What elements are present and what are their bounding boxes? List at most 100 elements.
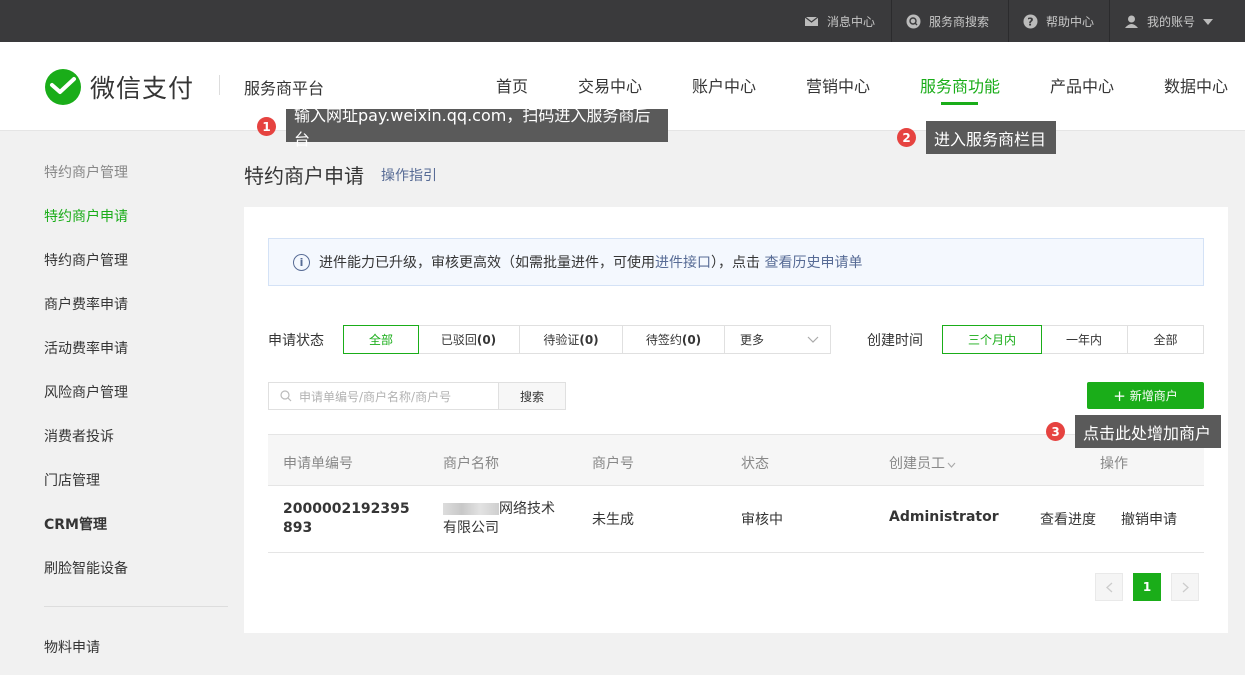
chevron-left-icon: [1105, 582, 1112, 592]
col-application-id: 申请单编号: [283, 456, 353, 472]
search-button[interactable]: 搜索: [498, 382, 566, 410]
status-pending-verify-count: (0): [579, 332, 599, 347]
application-id-line2: 893: [283, 520, 313, 536]
nav-active-indicator: [941, 102, 978, 105]
sidebar-item-crm[interactable]: CRM管理: [44, 514, 107, 534]
time-filter-label: 创建时间: [867, 333, 923, 349]
guide-link[interactable]: 操作指引: [381, 165, 437, 185]
logo-text: 微信支付: [90, 74, 195, 103]
user-icon: [1124, 14, 1139, 29]
time-one-year[interactable]: 一年内: [1041, 326, 1128, 353]
nav-data[interactable]: 数据中心: [1164, 73, 1228, 97]
sidebar-item-materials[interactable]: 物料申请: [44, 637, 100, 657]
time-all[interactable]: 全部: [1128, 326, 1203, 353]
mail-icon: [804, 14, 819, 29]
notice-banner: i 进件能力已升级，审核更高效（如需批量进件，可使用 进件接口 ），点击 查看历…: [268, 238, 1204, 286]
history-link[interactable]: 查看历史申请单: [764, 252, 862, 272]
nav-home[interactable]: 首页: [496, 73, 528, 97]
provider-search-link[interactable]: 服务商搜索: [892, 0, 1003, 42]
search-placeholder: 申请单编号/商户名称/商户号: [299, 389, 452, 404]
table-header: 申请单编号 商户名称 商户号 状态 创建员工 操作: [268, 434, 1204, 486]
prev-page-button[interactable]: [1095, 573, 1123, 601]
col-staff-label: 创建员工: [889, 456, 945, 472]
sidebar-item-complaints[interactable]: 消费者投诉: [44, 426, 114, 446]
col-actions: 操作: [1100, 456, 1128, 472]
sidebar-item-rate-application[interactable]: 商户费率申请: [44, 294, 128, 314]
status-filter-label: 申请状态: [268, 333, 324, 349]
next-page-button[interactable]: [1171, 573, 1199, 601]
merchant-name: 网络技术 有限公司: [443, 500, 555, 538]
redacted-block: [443, 503, 499, 515]
status-pending-verify-label: 待验证: [543, 333, 580, 347]
nav-products[interactable]: 产品中心: [1050, 73, 1114, 97]
notice-text-1: 进件能力已升级，审核更高效（如需批量进件，可使用: [319, 255, 655, 271]
application-id: 2000002192395 893: [283, 500, 410, 538]
sidebar-item-risk-merchants[interactable]: 风险商户管理: [44, 382, 128, 402]
notice-text-2: ），点击: [711, 255, 765, 271]
annotation-badge-3: 3: [1046, 422, 1065, 441]
platform-name: 服务商平台: [244, 79, 325, 98]
nav-provider-functions[interactable]: 服务商功能: [920, 73, 1000, 97]
col-status: 状态: [741, 456, 769, 472]
sort-chevron-icon: [947, 462, 956, 468]
nav-transactions[interactable]: 交易中心: [578, 73, 642, 97]
col-merchant-no: 商户号: [592, 456, 634, 472]
time-three-months[interactable]: 三个月内: [942, 325, 1042, 354]
col-merchant-name: 商户名称: [443, 456, 499, 472]
status-more-label: 更多: [740, 333, 765, 347]
status-more-dropdown[interactable]: 更多: [725, 326, 829, 353]
search-input[interactable]: 申请单编号/商户名称/商户号: [268, 382, 499, 410]
application-id-line1: 2000002192395: [283, 501, 410, 517]
sidebar-section-special-merchants: 特约商户管理: [44, 165, 128, 181]
status-all[interactable]: 全部: [343, 325, 419, 354]
messages-label: 消息中心: [827, 14, 876, 29]
status-pending-sign-count: (0): [681, 332, 702, 347]
table-row: 2000002192395 893 网络技术 有限公司 未生成 审核中 Admini…: [268, 486, 1204, 553]
status-filter-group: 全部 已驳回 (0) 待验证 (0) 待签约 (0) 更多: [343, 325, 831, 354]
annotation-badge-1: 1: [257, 117, 276, 136]
sidebar-item-face-devices[interactable]: 刷脸智能设备: [44, 558, 128, 578]
status-text: 审核中: [741, 512, 783, 528]
wechat-pay-icon: [45, 69, 81, 105]
nav-account[interactable]: 账户中心: [692, 73, 756, 97]
add-merchant-button[interactable]: + 新增商户: [1087, 382, 1204, 409]
help-label: 帮助中心: [1046, 14, 1095, 29]
col-staff[interactable]: 创建员工: [889, 453, 956, 473]
help-link[interactable]: ? 帮助中心: [1009, 0, 1108, 42]
info-icon: i: [293, 253, 310, 271]
provider-search-label: 服务商搜索: [929, 14, 990, 29]
search-icon: [280, 390, 292, 402]
status-pending-sign-label: 待签约: [645, 333, 682, 347]
merchant-name-line1: 网络技术: [499, 501, 555, 517]
status-rejected-label: 已驳回: [440, 333, 477, 347]
add-merchant-label: 新增商户: [1129, 389, 1178, 403]
status-pending-sign[interactable]: 待签约 (0): [623, 326, 725, 353]
view-progress-link[interactable]: 查看进度: [1040, 509, 1096, 529]
sidebar-item-stores[interactable]: 门店管理: [44, 470, 100, 490]
status-rejected-count: (0): [476, 332, 497, 347]
sidebar-item-merchant-application[interactable]: 特约商户申请: [44, 206, 128, 226]
account-menu[interactable]: 我的账号: [1110, 0, 1227, 42]
sidebar-item-merchant-management[interactable]: 特约商户管理: [44, 250, 128, 270]
sidebar-item-activity-rate[interactable]: 活动费率申请: [44, 338, 128, 358]
status-rejected[interactable]: 已驳回 (0): [418, 326, 520, 353]
messages-link[interactable]: 消息中心: [790, 0, 889, 42]
top-bar: 消息中心 服务商搜索 ? 帮助中心 我的账号: [0, 0, 1245, 42]
account-label: 我的账号: [1147, 14, 1196, 29]
staff-name: Administrator: [889, 509, 999, 525]
wechat-pay-logo[interactable]: 微信支付: [44, 68, 194, 106]
page-1-button[interactable]: 1: [1133, 573, 1161, 601]
status-pending-verify[interactable]: 待验证 (0): [520, 326, 623, 353]
status-all-label: 全部: [368, 333, 393, 347]
annotation-callout-3: 点击此处增加商户: [1075, 415, 1221, 448]
page-title: 特约商户申请: [244, 164, 364, 188]
annotation-callout-1: 输入网址pay.weixin.qq.com，扫码进入服务商后台: [286, 106, 668, 149]
api-link[interactable]: 进件接口: [655, 252, 711, 272]
cancel-application-link[interactable]: 撤销申请: [1121, 509, 1177, 529]
svg-text:?: ?: [1027, 15, 1033, 28]
sidebar-divider: [44, 606, 228, 607]
nav-marketing[interactable]: 营销中心: [806, 73, 870, 97]
merchant-name-line2: 有限公司: [443, 520, 499, 536]
chevron-down-icon: [807, 336, 819, 343]
time-filter-group: 三个月内 一年内 全部: [942, 325, 1204, 354]
